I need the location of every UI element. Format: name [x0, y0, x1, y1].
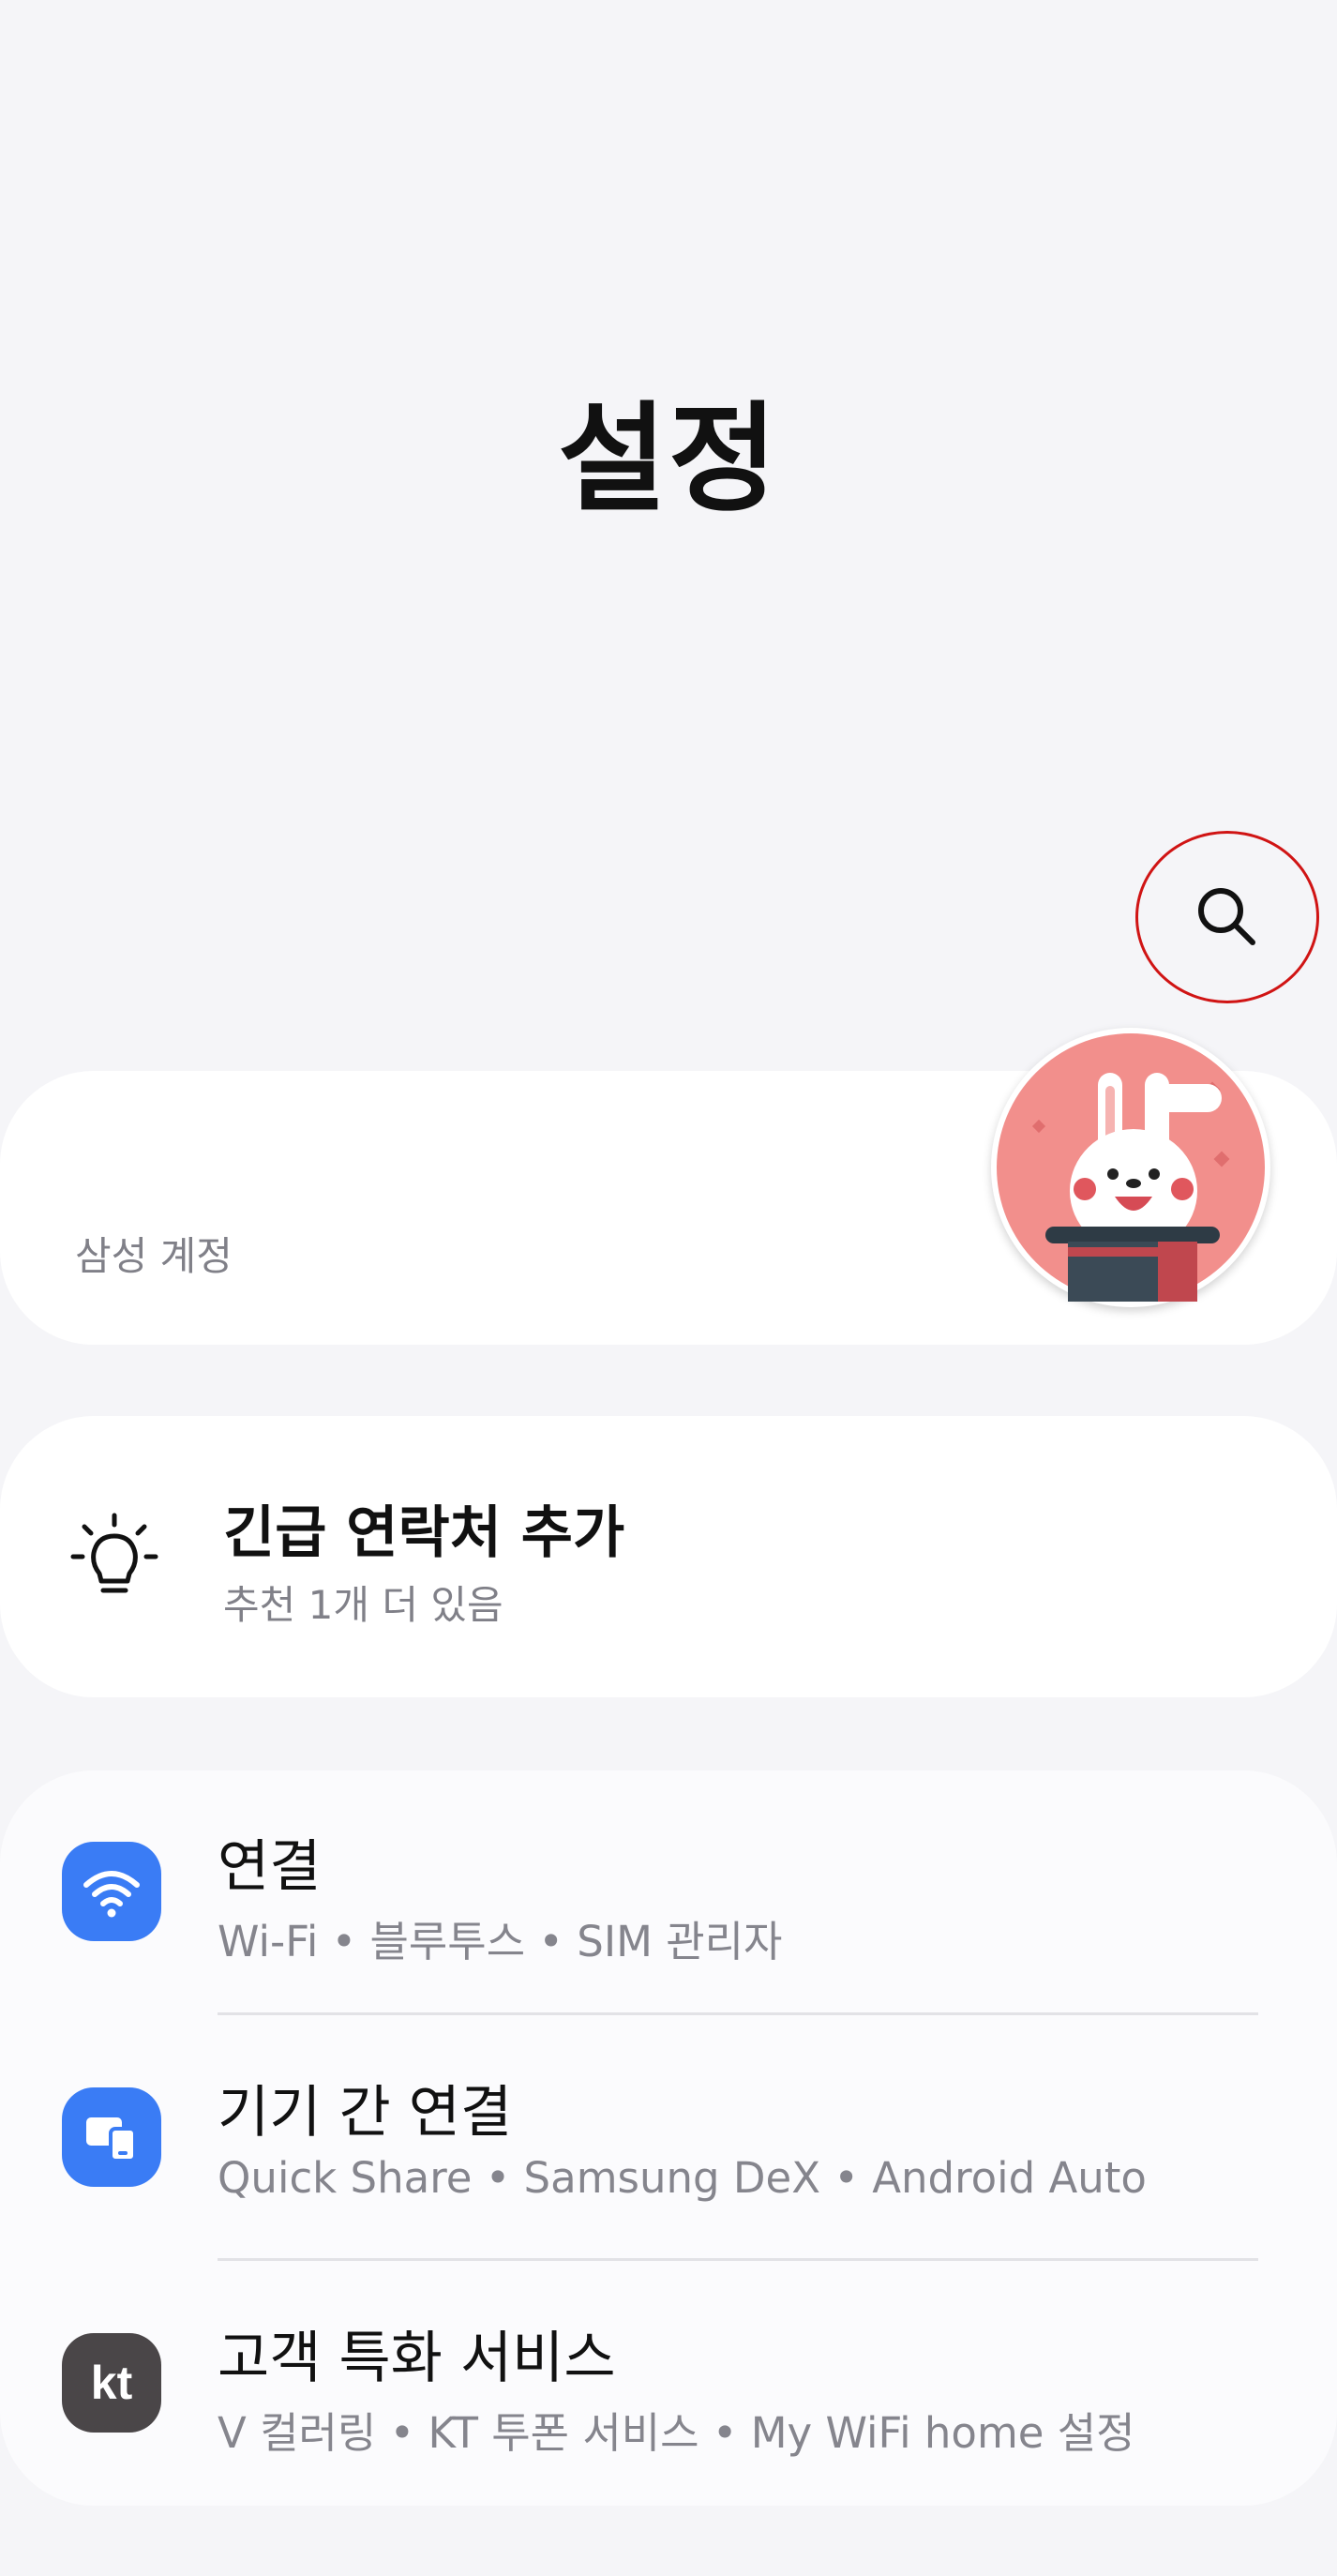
suggestion-subtitle: 추천 1개 더 있음 [223, 1582, 503, 1628]
suggestion-title: 긴급 연락처 추가 [223, 1500, 625, 1566]
menu-item-title: 연결 [218, 1834, 322, 1900]
svg-text:kt: kt [91, 2357, 133, 2409]
account-avatar[interactable] [991, 1028, 1270, 1307]
menu-item-subtitle: V 컬러링 • KT 투폰 서비스 • My WiFi home 설정 [218, 2408, 1135, 2458]
menu-item-connections[interactable]: 연결 Wi-Fi • 블루투스 • SIM 관리자 [0, 1770, 1337, 2016]
account-name [60, 1123, 276, 1198]
suggestion-card[interactable]: 긴급 연락처 추가 추천 1개 더 있음 [0, 1416, 1337, 1697]
lightbulb-icon [70, 1513, 158, 1593]
search-button[interactable] [1135, 831, 1319, 1003]
divider [218, 2258, 1258, 2261]
menu-item-subtitle: Quick Share • Samsung DeX • Android Auto [218, 2153, 1147, 2203]
kt-logo-icon: kt [62, 2333, 161, 2433]
account-subtitle: 삼성 계정 [75, 1233, 233, 1279]
divider [218, 2012, 1258, 2015]
settings-menu: 연결 Wi-Fi • 블루투스 • SIM 관리자 기기 간 연결 Quick … [0, 1770, 1337, 2506]
menu-item-subtitle: Wi-Fi • 블루투스 • SIM 관리자 [218, 1917, 783, 1966]
search-icon [1198, 888, 1255, 945]
menu-item-title: 기기 간 연결 [218, 2080, 513, 2146]
menu-item-customer-services[interactable]: kt 고객 특화 서비스 V 컬러링 • KT 투폰 서비스 • My WiFi… [0, 2262, 1337, 2508]
wifi-icon [62, 1842, 161, 1941]
page-title: 설정 [558, 390, 779, 528]
menu-item-title: 고객 특화 서비스 [218, 2326, 616, 2391]
menu-item-connected-devices[interactable]: 기기 간 연결 Quick Share • Samsung DeX • Andr… [0, 2016, 1337, 2262]
bunny-in-hat-avatar [997, 1033, 1265, 1302]
devices-icon [62, 2087, 161, 2187]
